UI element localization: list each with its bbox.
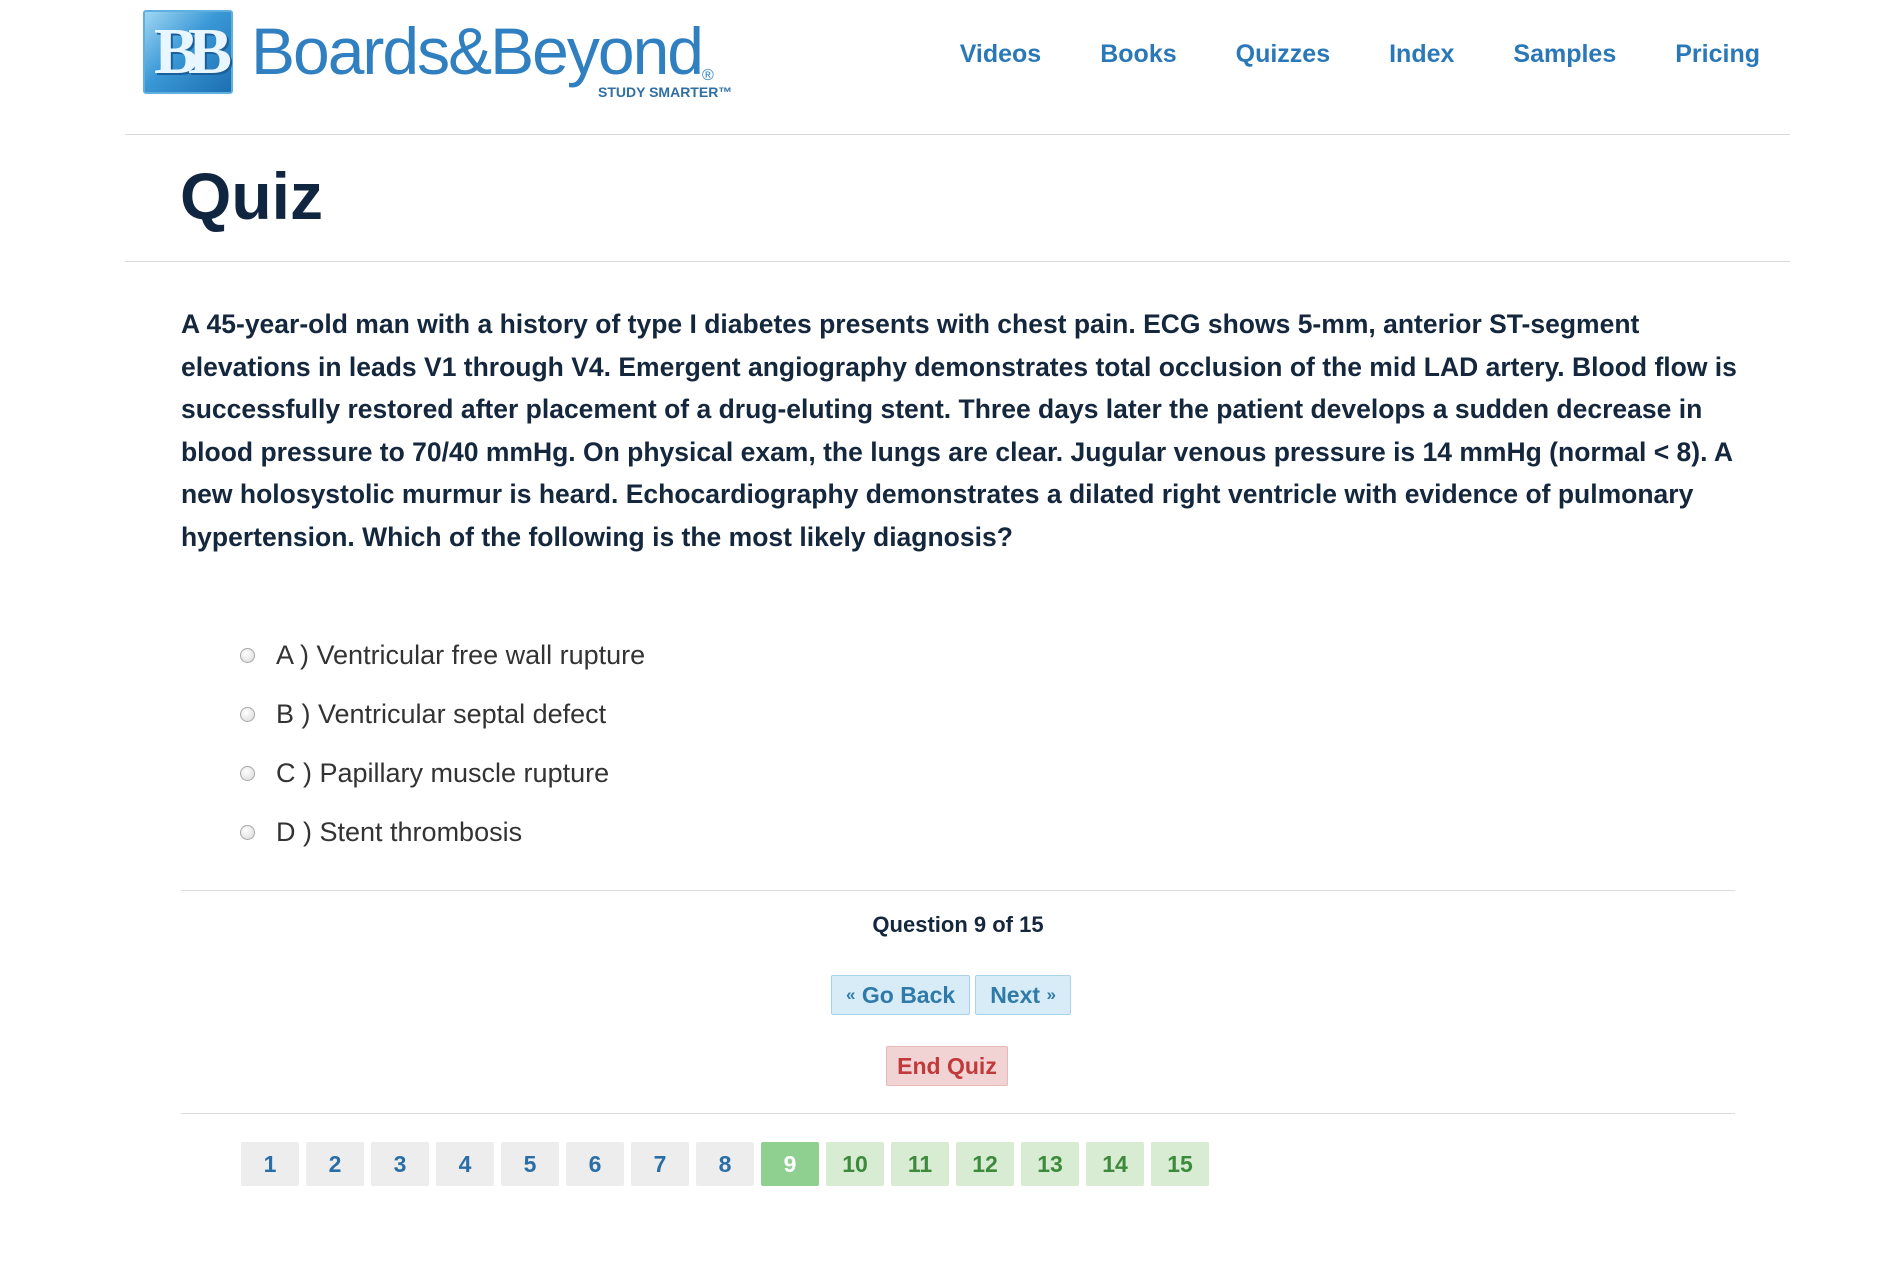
page-link[interactable]: 1 xyxy=(241,1142,299,1186)
question-pager: 1 2 3 4 5 6 7 8 9 10 11 12 13 14 15 xyxy=(241,1142,1209,1186)
page-link[interactable]: 7 xyxy=(631,1142,689,1186)
logo-name-text: Boards&Beyond xyxy=(251,14,704,88)
page-link[interactable]: 5 xyxy=(501,1142,559,1186)
page-link[interactable]: 12 xyxy=(956,1142,1014,1186)
nav-videos[interactable]: Videos xyxy=(960,40,1042,69)
site-header: BB Boards&Beyond® STUDY SMARTER™ Videos … xyxy=(125,0,1790,135)
go-back-label: Go Back xyxy=(861,981,956,1008)
navigation-buttons: « Go Back Next » xyxy=(831,975,1071,1015)
question-stem: A 45-year-old man with a history of type… xyxy=(181,309,1737,552)
answer-options: A ) Ventricular free wall rupture B ) Ve… xyxy=(240,626,645,862)
page-link[interactable]: 13 xyxy=(1021,1142,1079,1186)
page-title: Quiz xyxy=(180,159,323,233)
end-quiz-button[interactable]: End Quiz xyxy=(886,1046,1008,1086)
answer-label: C ) Papillary muscle rupture xyxy=(276,758,610,788)
next-button[interactable]: Next » xyxy=(975,975,1071,1015)
answer-option-a[interactable]: A ) Ventricular free wall rupture xyxy=(240,626,645,685)
nav-samples[interactable]: Samples xyxy=(1513,40,1616,69)
radio-button[interactable] xyxy=(240,825,255,840)
nav-pricing[interactable]: Pricing xyxy=(1675,40,1760,69)
divider xyxy=(181,890,1735,891)
next-arrow-icon: » xyxy=(1046,985,1056,1004)
answer-option-d[interactable]: D ) Stent thrombosis xyxy=(240,803,645,862)
answer-label: B ) Ventricular septal defect xyxy=(276,699,607,729)
answer-label: A ) Ventricular free wall rupture xyxy=(276,640,646,670)
radio-button[interactable] xyxy=(240,766,255,781)
page-link[interactable]: 2 xyxy=(306,1142,364,1186)
answer-option-c[interactable]: C ) Papillary muscle rupture xyxy=(240,744,645,803)
divider xyxy=(181,1113,1735,1114)
go-back-button[interactable]: « Go Back xyxy=(831,975,971,1015)
radio-button[interactable] xyxy=(240,648,255,663)
nav-index[interactable]: Index xyxy=(1389,40,1454,69)
logo-tagline: STUDY SMARTER™ xyxy=(598,84,733,100)
title-bar: Quiz xyxy=(125,134,1790,262)
page-link[interactable]: 14 xyxy=(1086,1142,1144,1186)
page-link[interactable]: 3 xyxy=(371,1142,429,1186)
nav-books[interactable]: Books xyxy=(1100,40,1176,69)
page-link[interactable]: 11 xyxy=(891,1142,949,1186)
next-label: Next xyxy=(990,981,1041,1008)
page-link[interactable]: 10 xyxy=(826,1142,884,1186)
logo-badge: BB xyxy=(143,10,233,94)
page-link-current[interactable]: 9 xyxy=(761,1142,819,1186)
registered-mark: ® xyxy=(702,67,714,84)
boards-and-beyond-logo[interactable]: BB Boards&Beyond® STUDY SMARTER™ xyxy=(143,10,743,100)
page-link[interactable]: 15 xyxy=(1151,1142,1209,1186)
question-counter: Question 9 of 15 xyxy=(872,912,1044,937)
page-link[interactable]: 4 xyxy=(436,1142,494,1186)
back-arrow-icon: « xyxy=(846,985,856,1004)
page-link[interactable]: 8 xyxy=(696,1142,754,1186)
nav-quizzes[interactable]: Quizzes xyxy=(1236,40,1330,69)
main-nav: Videos Books Quizzes Index Samples Prici… xyxy=(960,40,1760,69)
answer-label: D ) Stent thrombosis xyxy=(276,817,523,847)
radio-button[interactable] xyxy=(240,707,255,722)
answer-option-b[interactable]: B ) Ventricular septal defect xyxy=(240,685,645,744)
page-link[interactable]: 6 xyxy=(566,1142,624,1186)
